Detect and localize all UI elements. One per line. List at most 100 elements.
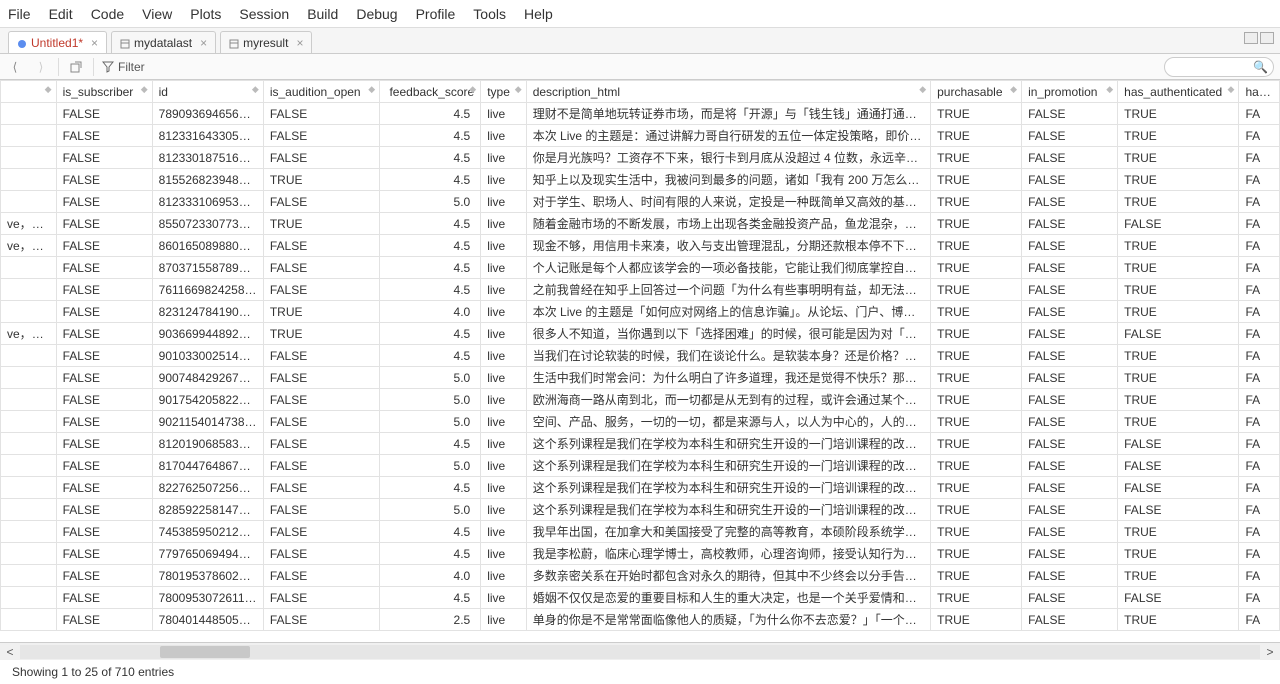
table-row[interactable]: FALSE822762507256074240FALSE4.5live这个系列课…	[1, 477, 1280, 499]
menu-file[interactable]: File	[8, 6, 31, 22]
table-row[interactable]: FALSE828592258147307520FALSE5.0live这个系列课…	[1, 499, 1280, 521]
cell-description: 空间、产品、服务，一切的一切，都是来源与人，以人为中心的，人的思想决定了设…	[526, 411, 930, 433]
col-feedback-score[interactable]: feedback_score◆	[380, 81, 481, 103]
col-has-fe[interactable]: has_fe	[1239, 81, 1280, 103]
cell-has-authenticated: TRUE	[1118, 521, 1239, 543]
cell-id: 822762507256074240	[152, 477, 263, 499]
menu-code[interactable]: Code	[91, 6, 124, 22]
cell-is-audition-open: FALSE	[263, 499, 379, 521]
sort-icon[interactable]: ◆	[252, 85, 259, 94]
cell-has-authenticated: TRUE	[1118, 609, 1239, 631]
filter-button[interactable]: Filter	[102, 60, 145, 74]
tab-label: mydatalast	[134, 36, 192, 50]
data-grid: ◆ is_subscriber◆ id◆ is_audition_open◆ f…	[0, 80, 1280, 642]
table-row[interactable]: FALSE780401448505775488FALSE2.5live单身的你是…	[1, 609, 1280, 631]
close-icon[interactable]: ×	[91, 36, 98, 50]
cell-rowhead	[1, 345, 57, 367]
scroll-right-icon[interactable]: >	[1262, 645, 1278, 659]
table-row[interactable]: FALSE761166982425878528FALSE4.5live之前我曾经…	[1, 279, 1280, 301]
table-row[interactable]: FALSE812330187516698624FALSE4.5live你是月光族…	[1, 147, 1280, 169]
scroll-track[interactable]	[20, 645, 1260, 659]
table-row[interactable]: FALSE789093694656503808FALSE4.5live理财不是简…	[1, 103, 1280, 125]
forward-button[interactable]: ⟩	[32, 58, 50, 76]
sort-icon[interactable]: ◆	[141, 85, 148, 94]
table-row[interactable]: FALSE901754205822414848FALSE5.0live欧洲海商一…	[1, 389, 1280, 411]
minimize-pane-icon[interactable]	[1244, 32, 1258, 44]
menu-debug[interactable]: Debug	[356, 6, 397, 22]
cell-rowhead	[1, 169, 57, 191]
col-is-audition-open[interactable]: is_audition_open◆	[263, 81, 379, 103]
table-row[interactable]: FALSE817044764867325952FALSE5.0live这个系列课…	[1, 455, 1280, 477]
close-icon[interactable]: ×	[200, 36, 207, 50]
col-id[interactable]: id◆	[152, 81, 263, 103]
table-row[interactable]: FALSE823124784190730240TRUE4.0live本次 Liv…	[1, 301, 1280, 323]
menu-help[interactable]: Help	[524, 6, 553, 22]
table-row[interactable]: FALSE901033002514120704FALSE4.5live当我们在讨…	[1, 345, 1280, 367]
table-row[interactable]: FALSE870371558789615616FALSE4.5live个人记账是…	[1, 257, 1280, 279]
close-icon[interactable]: ×	[296, 36, 303, 50]
sort-icon[interactable]: ◆	[368, 85, 375, 94]
maximize-pane-icon[interactable]	[1260, 32, 1274, 44]
cell-feedback-score: 4.5	[380, 543, 481, 565]
table-row[interactable]: FALSE812019068583440384FALSE4.5live这个系列课…	[1, 433, 1280, 455]
menu-session[interactable]: Session	[239, 6, 289, 22]
cell-feedback-score: 4.5	[380, 323, 481, 345]
cell-in-promotion: FALSE	[1022, 411, 1118, 433]
cell-id: 761166982425878528	[152, 279, 263, 301]
sort-icon[interactable]: ◆	[919, 85, 926, 94]
popout-icon[interactable]	[67, 58, 85, 76]
menu-build[interactable]: Build	[307, 6, 338, 22]
col-has-authenticated[interactable]: has_authenticated◆	[1118, 81, 1239, 103]
table-row[interactable]: FALSE902115401473851392FALSE5.0live空间、产品…	[1, 411, 1280, 433]
col-in-promotion[interactable]: in_promotion◆	[1022, 81, 1118, 103]
cell-purchasable: TRUE	[931, 411, 1022, 433]
sort-icon[interactable]: ◆	[1228, 85, 1235, 94]
menu-profile[interactable]: Profile	[416, 6, 456, 22]
sort-icon[interactable]: ◆	[1010, 85, 1017, 94]
table-row[interactable]: FALSE779765069494878208FALSE4.5live我是李松蔚…	[1, 543, 1280, 565]
col-description-html[interactable]: description_html◆	[526, 81, 930, 103]
cell-rowhead	[1, 609, 57, 631]
tab-myresult[interactable]: myresult ×	[220, 31, 312, 53]
cell-id: 901033002514120704	[152, 345, 263, 367]
sort-icon[interactable]: ◆	[469, 85, 476, 94]
cell-is-subscriber: FALSE	[56, 565, 152, 587]
cell-has-fe: FA	[1239, 147, 1280, 169]
menu-plots[interactable]: Plots	[190, 6, 221, 22]
cell-is-audition-open: FALSE	[263, 147, 379, 169]
sort-icon[interactable]: ◆	[515, 85, 522, 94]
table-row[interactable]: FALSE780095307261181952FALSE4.5live婚姻不仅仅…	[1, 587, 1280, 609]
cell-has-fe: FA	[1239, 301, 1280, 323]
horizontal-scrollbar[interactable]: < >	[0, 642, 1280, 660]
table-row[interactable]: ve，可…FALSE860165089880330240FALSE4.5live…	[1, 235, 1280, 257]
table-row[interactable]: FALSE812331643305086976FALSE4.5live本次 Li…	[1, 125, 1280, 147]
cell-feedback-score: 4.5	[380, 169, 481, 191]
col-is-subscriber[interactable]: is_subscriber◆	[56, 81, 152, 103]
col-type[interactable]: type◆	[481, 81, 526, 103]
scroll-left-icon[interactable]: <	[2, 645, 18, 659]
menu-tools[interactable]: Tools	[473, 6, 506, 22]
sort-icon[interactable]: ◆	[45, 85, 52, 94]
table-row[interactable]: FALSE745385950212816896FALSE4.5live我早年出国…	[1, 521, 1280, 543]
table-row[interactable]: ve，可…FALSE855072330773331968TRUE4.5live随…	[1, 213, 1280, 235]
scroll-thumb[interactable]	[160, 646, 250, 658]
table-row[interactable]: ve，可…FALSE903669944892395520TRUE4.5live很…	[1, 323, 1280, 345]
menu-edit[interactable]: Edit	[49, 6, 73, 22]
tab-mydatalast[interactable]: mydatalast ×	[111, 31, 216, 53]
table-row[interactable]: FALSE812333106953596928FALSE5.0live对于学生、…	[1, 191, 1280, 213]
cell-description: 知乎上以及现实生活中，我被问到最多的问题，诸如「我有 200 万怎么理财？」，…	[526, 169, 930, 191]
cell-type: live	[481, 257, 526, 279]
tab-untitled1[interactable]: Untitled1* ×	[8, 31, 107, 53]
col-rowhead[interactable]: ◆	[1, 81, 57, 103]
cell-id: 815526823948607488	[152, 169, 263, 191]
menu-view[interactable]: View	[142, 6, 172, 22]
cell-rowhead	[1, 411, 57, 433]
cell-type: live	[481, 345, 526, 367]
table-row[interactable]: FALSE815526823948607488TRUE4.5live知乎上以及现…	[1, 169, 1280, 191]
table-row[interactable]: FALSE900748429267968000FALSE5.0live生活中我们…	[1, 367, 1280, 389]
col-purchasable[interactable]: purchasable◆	[931, 81, 1022, 103]
table-row[interactable]: FALSE780195378602446848FALSE4.0live多数亲密关…	[1, 565, 1280, 587]
back-button[interactable]: ⟨	[6, 58, 24, 76]
sort-icon[interactable]: ◆	[1106, 85, 1113, 94]
cell-purchasable: TRUE	[931, 433, 1022, 455]
